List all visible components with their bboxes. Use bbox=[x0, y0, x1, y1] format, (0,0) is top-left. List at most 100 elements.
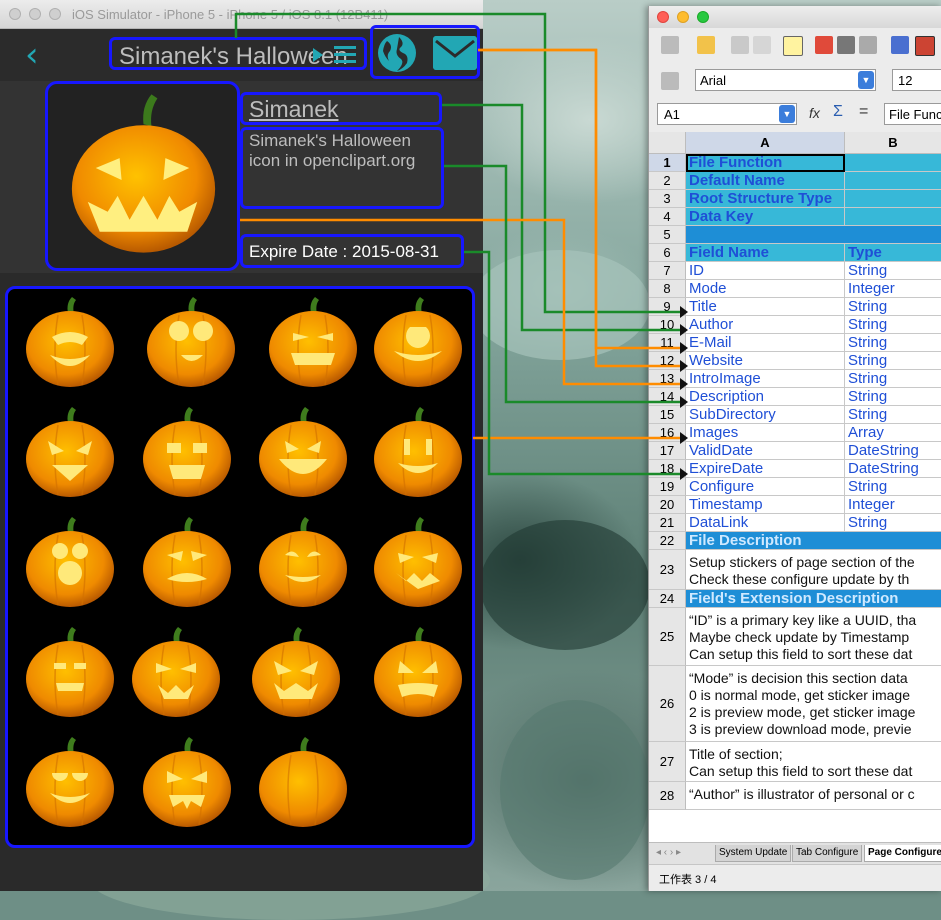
cell-a[interactable]: ValidDate bbox=[686, 442, 845, 460]
row-header[interactable]: 8 bbox=[649, 280, 686, 298]
cell-a[interactable]: E-Mail bbox=[686, 334, 845, 352]
pumpkin-sticker[interactable] bbox=[370, 297, 466, 389]
cell-a[interactable]: SubDirectory bbox=[686, 406, 845, 424]
pumpkin-sticker[interactable] bbox=[255, 517, 351, 609]
cell-b[interactable]: String bbox=[845, 478, 941, 496]
print-preview-icon[interactable] bbox=[859, 36, 877, 54]
cell-b[interactable]: String bbox=[845, 316, 941, 334]
cell-a[interactable]: “Mode” is decision this section data 0 i… bbox=[686, 666, 941, 742]
cell-a[interactable]: Setup stickers of page section of the Ch… bbox=[686, 550, 941, 590]
pumpkin-sticker[interactable] bbox=[143, 297, 239, 389]
pumpkin-sticker[interactable] bbox=[22, 297, 118, 389]
cell-b[interactable]: Type bbox=[845, 244, 941, 262]
row-header[interactable]: 18 bbox=[649, 460, 686, 478]
cell-a[interactable]: Website bbox=[686, 352, 845, 370]
cell-a[interactable]: Timestamp bbox=[686, 496, 845, 514]
back-button[interactable]: ‹ bbox=[25, 35, 39, 75]
globe-icon[interactable] bbox=[377, 33, 417, 73]
cell-b[interactable]: DateString bbox=[845, 442, 941, 460]
cell-b[interactable] bbox=[845, 154, 941, 172]
export-pdf-icon[interactable] bbox=[815, 36, 833, 54]
corner-cell[interactable] bbox=[649, 132, 686, 154]
tab-page-configure[interactable]: Page Configure bbox=[864, 845, 941, 862]
cell-b[interactable]: String bbox=[845, 352, 941, 370]
pumpkin-sticker[interactable] bbox=[370, 407, 466, 499]
pumpkin-sticker[interactable] bbox=[22, 627, 118, 719]
cell-a[interactable]: File Description bbox=[686, 532, 941, 550]
pumpkin-sticker[interactable] bbox=[22, 517, 118, 609]
row-header[interactable]: 28 bbox=[649, 782, 686, 810]
print-icon[interactable] bbox=[837, 36, 855, 54]
mail-icon[interactable] bbox=[433, 36, 477, 70]
autospellcheck-icon[interactable] bbox=[915, 36, 935, 56]
cell-a[interactable]: Data Key bbox=[686, 208, 845, 226]
row-header[interactable]: 1 bbox=[649, 154, 686, 172]
cell-a[interactable]: ID bbox=[686, 262, 845, 280]
pumpkin-sticker[interactable] bbox=[265, 297, 361, 389]
row-header[interactable]: 11 bbox=[649, 334, 686, 352]
cell-b[interactable] bbox=[845, 172, 941, 190]
play-icon[interactable] bbox=[313, 48, 323, 62]
cell-a[interactable]: Description bbox=[686, 388, 845, 406]
cell-b[interactable]: Array bbox=[845, 424, 941, 442]
tab-system-update[interactable]: System Update bbox=[715, 845, 792, 862]
row-header[interactable]: 5 bbox=[649, 226, 686, 244]
cell-b[interactable]: DateString bbox=[845, 460, 941, 478]
formula-icon[interactable]: = bbox=[859, 103, 868, 121]
cell-a[interactable]: Configure bbox=[686, 478, 845, 496]
edit-file-icon[interactable] bbox=[783, 36, 803, 56]
minimize-window-button[interactable] bbox=[29, 8, 41, 20]
chevron-down-icon[interactable]: ▼ bbox=[779, 105, 795, 123]
row-header[interactable]: 12 bbox=[649, 352, 686, 370]
cell-b[interactable]: String bbox=[845, 262, 941, 280]
zoom-window-button[interactable] bbox=[49, 8, 61, 20]
cell-a[interactable]: Images bbox=[686, 424, 845, 442]
row-header[interactable]: 2 bbox=[649, 172, 686, 190]
cell-b[interactable]: String bbox=[845, 514, 941, 532]
row-header[interactable]: 23 bbox=[649, 550, 686, 590]
cell-b[interactable]: Integer bbox=[845, 280, 941, 298]
row-header[interactable]: 20 bbox=[649, 496, 686, 514]
column-header-b[interactable]: B bbox=[845, 132, 941, 154]
cell-a[interactable]: “ID” is a primary key like a UUID, tha M… bbox=[686, 608, 941, 666]
tab-tab-configure[interactable]: Tab Configure bbox=[792, 845, 863, 862]
cell-b[interactable]: String bbox=[845, 370, 941, 388]
cell-a[interactable]: Field Name bbox=[686, 244, 845, 262]
row-header[interactable]: 10 bbox=[649, 316, 686, 334]
row-header[interactable]: 4 bbox=[649, 208, 686, 226]
cell-a[interactable]: Default Name bbox=[686, 172, 845, 190]
column-header-a[interactable]: A bbox=[686, 132, 845, 154]
pumpkin-sticker[interactable] bbox=[370, 627, 466, 719]
close-window-button[interactable] bbox=[9, 8, 21, 20]
row-header[interactable]: 25 bbox=[649, 608, 686, 666]
open-folder-icon[interactable] bbox=[697, 36, 715, 54]
tab-scroll-icons[interactable]: ◂ ‹ › ▸ bbox=[653, 845, 685, 861]
pumpkin-sticker[interactable] bbox=[22, 407, 118, 499]
cell-a[interactable]: ExpireDate bbox=[686, 460, 845, 478]
pumpkin-sticker[interactable] bbox=[248, 627, 344, 719]
row-header[interactable]: 27 bbox=[649, 742, 686, 782]
cell-b[interactable]: Integer bbox=[845, 496, 941, 514]
styles-icon[interactable] bbox=[661, 72, 679, 90]
cell-b[interactable] bbox=[845, 190, 941, 208]
zoom-window-button[interactable] bbox=[697, 11, 709, 23]
cell-reference-box[interactable]: A1 ▼ bbox=[657, 103, 797, 125]
menu-icon[interactable] bbox=[334, 46, 356, 64]
cell-a[interactable]: File Function bbox=[686, 154, 845, 172]
close-window-button[interactable] bbox=[657, 11, 669, 23]
pumpkin-sticker[interactable] bbox=[139, 517, 235, 609]
spellcheck-icon[interactable] bbox=[891, 36, 909, 54]
font-size-select[interactable]: 12 bbox=[892, 69, 941, 91]
row-header[interactable]: 9 bbox=[649, 298, 686, 316]
cell-a[interactable]: Title of section; Can setup this field t… bbox=[686, 742, 941, 782]
cell-a[interactable]: Root Structure Type bbox=[686, 190, 845, 208]
row-header[interactable]: 17 bbox=[649, 442, 686, 460]
row-header[interactable]: 16 bbox=[649, 424, 686, 442]
row-header[interactable]: 3 bbox=[649, 190, 686, 208]
row-header[interactable]: 19 bbox=[649, 478, 686, 496]
cell-a[interactable]: “Author” is illustrator of personal or c bbox=[686, 782, 941, 810]
pumpkin-sticker[interactable] bbox=[370, 517, 466, 609]
cell-b[interactable]: String bbox=[845, 406, 941, 424]
sum-icon[interactable]: Σ bbox=[833, 103, 843, 121]
pumpkin-sticker[interactable] bbox=[128, 627, 224, 719]
